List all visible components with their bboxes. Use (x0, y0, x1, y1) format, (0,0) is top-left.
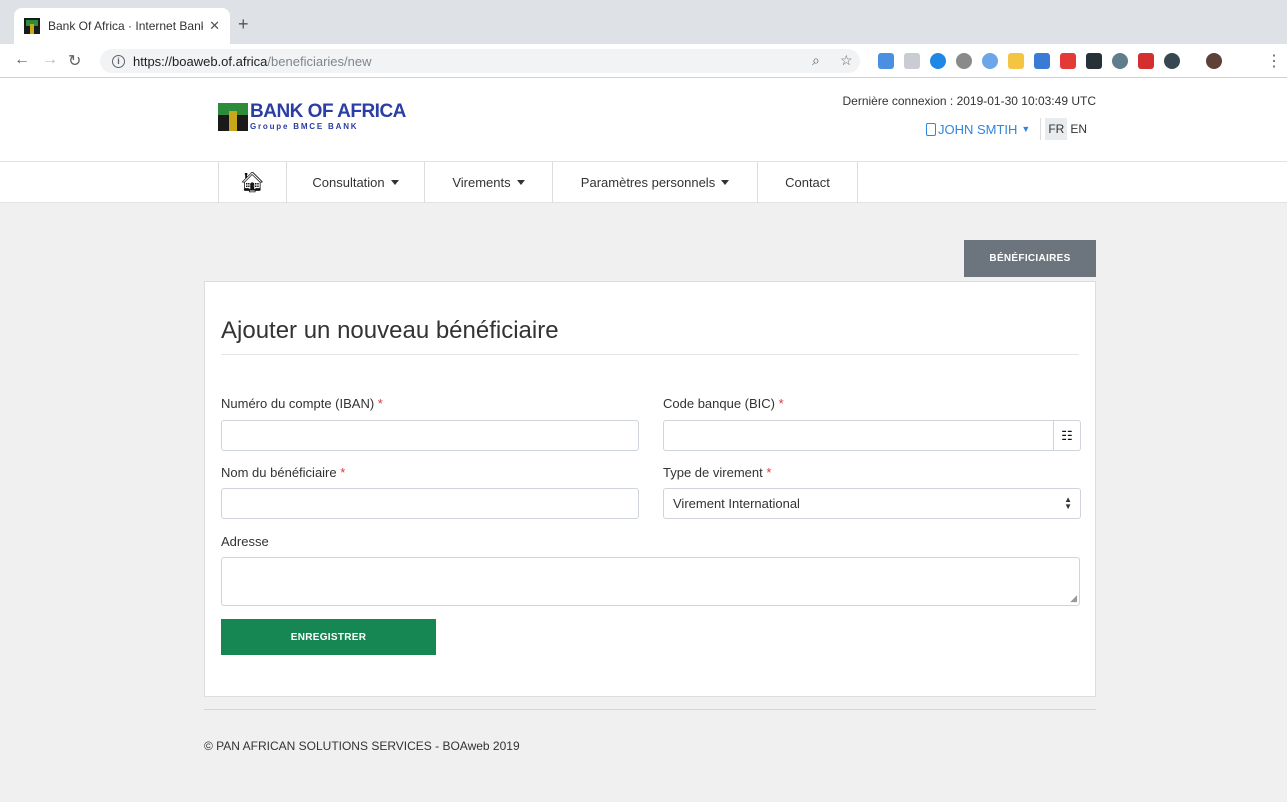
nav-label: Contact (785, 175, 830, 190)
footer-copyright: © PAN AFRICAN SOLUTIONS SERVICES - BOAwe… (204, 739, 520, 753)
tab-close-icon[interactable]: ✕ (209, 18, 220, 34)
browser-menu-icon[interactable]: ⋮ (1266, 51, 1282, 71)
browser-tab[interactable]: Bank Of Africa · Internet Bankin ✕ (14, 8, 230, 44)
user-name-dropdown[interactable]: JOHN SMTIH (938, 122, 1017, 137)
nav-label: Consultation (312, 175, 385, 190)
reload-icon[interactable]: ↻ (68, 51, 81, 71)
browser-toolbar: ← → ↻ i https://boaweb.of.africa/benefic… (0, 44, 1287, 78)
required-mark: * (340, 465, 346, 480)
divider (1040, 118, 1042, 140)
nav-label: Paramètres personnels (580, 175, 716, 190)
tab-title: Bank Of Africa · Internet Bankin (48, 19, 204, 33)
extension-icon[interactable] (878, 53, 894, 69)
beneficiary-name-input[interactable] (221, 488, 639, 519)
user-icon (925, 122, 936, 136)
profile-avatar-icon[interactable] (1206, 53, 1222, 69)
nav-home[interactable]: 🏠︎ (219, 162, 287, 203)
address-label: Adresse (221, 534, 269, 549)
nav-parametres[interactable]: Paramètres personnels (553, 162, 758, 203)
site-header: BANK OF AFRICA Groupe BMCE BANK Dernière… (0, 78, 1287, 162)
url-host: https://boaweb.of.africa (133, 53, 268, 69)
bank-logo-icon (218, 102, 248, 131)
required-mark: * (778, 396, 784, 411)
home-icon[interactable]: 🏠︎ (240, 170, 265, 195)
required-mark: * (766, 465, 772, 480)
divider (221, 354, 1079, 355)
iban-label: Numéro du compte (IBAN) * (221, 396, 383, 411)
bic-label: Code banque (BIC) * (663, 396, 784, 411)
caret-down-icon[interactable]: ▼ (1021, 124, 1030, 134)
extension-icon[interactable] (904, 53, 920, 69)
name-label: Nom du bénéficiaire * (221, 465, 346, 480)
transfer-type-value: Virement International (673, 496, 800, 511)
bookmark-star-icon[interactable]: ☆ (840, 52, 853, 69)
caret-down-icon (516, 180, 525, 185)
page-title: Ajouter un nouveau bénéficiaire (221, 317, 559, 344)
browser-tab-bar: Bank Of Africa · Internet Bankin ✕ + (0, 0, 1287, 44)
extension-icon[interactable] (1008, 53, 1024, 69)
address-bar[interactable]: i https://boaweb.of.africa/beneficiaries… (100, 49, 860, 73)
back-arrow-icon[interactable]: ← (14, 51, 30, 69)
beneficiaries-button[interactable]: BÉNÉFICIAIRES (964, 240, 1096, 277)
bic-input[interactable]: ☷ (663, 420, 1081, 451)
nav-consultation[interactable]: Consultation (287, 162, 425, 203)
transfer-type-select[interactable]: Virement International ▲ ▼ (663, 488, 1081, 519)
last-login-text: Dernière connexion : 2019-01-30 10:03:49… (842, 94, 1097, 108)
caret-down-icon (721, 180, 730, 185)
select-arrows-icon: ▲ ▼ (1064, 495, 1072, 511)
logo-subtitle: Groupe BMCE BANK (250, 122, 359, 131)
extension-icon[interactable] (930, 53, 946, 69)
nav-contact[interactable]: Contact (758, 162, 858, 203)
extension-icon[interactable] (1060, 53, 1076, 69)
bank-logo[interactable]: BANK OF AFRICA Groupe BMCE BANK (218, 102, 406, 131)
extension-icon[interactable] (1034, 53, 1050, 69)
extension-icon[interactable] (982, 53, 998, 69)
lang-en-button[interactable]: EN (1067, 118, 1090, 140)
footer-divider (204, 709, 1096, 710)
extension-icon[interactable] (1086, 53, 1102, 69)
extension-icon[interactable] (1138, 53, 1154, 69)
required-mark: * (377, 396, 383, 411)
caret-down-icon (390, 180, 399, 185)
zoom-icon[interactable]: ⌕ (812, 52, 820, 69)
user-menu: JOHN SMTIH ▼ FR EN (925, 118, 1090, 140)
lang-fr-button[interactable]: FR (1045, 118, 1068, 140)
nav-virements[interactable]: Virements (425, 162, 553, 203)
new-beneficiary-card: Ajouter un nouveau bénéficiaire Numéro d… (204, 281, 1096, 697)
extension-icon[interactable] (1112, 53, 1128, 69)
nav-label: Virements (452, 175, 511, 190)
bank-favicon-icon (24, 18, 40, 34)
save-button[interactable]: ENREGISTRER (221, 619, 436, 655)
forward-arrow-icon[interactable]: → (42, 51, 58, 69)
url-path: /beneficiaries/new (267, 53, 372, 69)
address-textarea[interactable]: ◢ (221, 557, 1080, 606)
logo-name: BANK OF AFRICA (250, 101, 406, 122)
bic-list-icon[interactable]: ☷ (1053, 421, 1080, 450)
transfer-type-label: Type de virement * (663, 465, 772, 480)
resize-grip-icon[interactable]: ◢ (1070, 593, 1077, 604)
info-icon[interactable]: i (112, 54, 125, 68)
extension-icon[interactable] (956, 53, 972, 69)
main-nav: 🏠︎ Consultation Virements Paramètres per… (0, 162, 1287, 203)
new-tab-button[interactable]: + (238, 14, 249, 35)
extension-icon[interactable] (1164, 53, 1180, 69)
iban-input[interactable] (221, 420, 639, 451)
